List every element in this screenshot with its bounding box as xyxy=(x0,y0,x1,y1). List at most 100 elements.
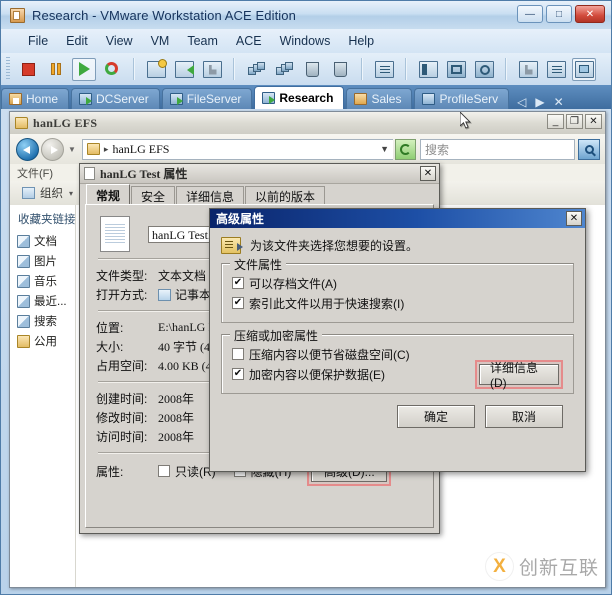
index-checkbox[interactable] xyxy=(232,297,244,309)
sidebar-item-label: 搜索 xyxy=(34,316,57,328)
tab-label: FileServer xyxy=(186,92,242,106)
fullscreen-icon[interactable] xyxy=(444,58,468,81)
menu-windows[interactable]: Windows xyxy=(271,32,340,50)
minimize-button[interactable]: — xyxy=(517,5,543,23)
quick-switch-icon[interactable] xyxy=(472,58,496,81)
tab-general[interactable]: 常规 xyxy=(86,184,131,205)
sidebar-item-documents[interactable]: 文档 xyxy=(10,231,75,251)
compress-checkbox[interactable] xyxy=(232,348,244,360)
explorer-menu-file[interactable]: 文件(F) xyxy=(10,165,60,181)
explorer-minimize-button[interactable]: _ xyxy=(547,114,564,129)
tab-home[interactable]: Home xyxy=(1,88,70,109)
advanced-attributes-dialog: 高级属性 ✕ 为该文件夹选择您想要的设置。 文件属性 可以存档文件(A) 索引此… xyxy=(209,208,586,472)
history-dropdown-icon[interactable]: ▼ xyxy=(68,145,76,154)
menu-team[interactable]: Team xyxy=(178,32,227,50)
pause-icon[interactable] xyxy=(44,58,68,81)
tab-profileserv[interactable]: ProfileServ xyxy=(414,88,510,109)
chevron-down-icon[interactable]: ▾ xyxy=(69,189,73,198)
refresh-icon[interactable] xyxy=(395,138,416,160)
explorer-restore-button[interactable]: ❐ xyxy=(566,114,583,129)
clone-icon[interactable] xyxy=(244,58,268,81)
vmware-workstation-window: Research - VMware Workstation ACE Editio… xyxy=(0,0,612,595)
toolbar-separator-3 xyxy=(361,58,363,80)
revert-snapshot-icon[interactable] xyxy=(172,58,196,81)
address-path-input[interactable]: ▸ hanLG EFS ▼ xyxy=(81,138,393,160)
properties-close-button[interactable]: ✕ xyxy=(420,166,436,181)
pictures-icon xyxy=(17,254,30,268)
play-icon[interactable] xyxy=(72,57,96,81)
show-sidebar-icon[interactable] xyxy=(416,58,440,81)
properties-title-bar: hanLG Test 属性 ✕ xyxy=(80,164,439,184)
sidebar-item-recent[interactable]: 最近... xyxy=(10,291,75,311)
path-separator-icon: ▸ xyxy=(103,143,109,154)
menu-ace[interactable]: ACE xyxy=(227,32,271,50)
tab-previous-versions[interactable]: 以前的版本 xyxy=(245,186,326,205)
back-arrow-icon[interactable] xyxy=(16,137,39,161)
take-snapshot-icon[interactable] xyxy=(144,58,168,81)
advanced-title-bar: 高级属性 ✕ xyxy=(210,209,585,228)
sidebar-item-public[interactable]: 公用 xyxy=(10,331,75,351)
field-label: 文件类型: xyxy=(96,269,148,283)
field-value: 2008年 xyxy=(158,392,195,406)
search-icon[interactable] xyxy=(578,138,600,160)
tab-dcserver[interactable]: DCServer xyxy=(71,88,160,109)
tab-security[interactable]: 安全 xyxy=(131,186,176,205)
advanced-header: 为该文件夹选择您想要的设置。 xyxy=(221,237,574,254)
summary-view-icon[interactable] xyxy=(544,58,568,81)
multiple-vm-icon[interactable] xyxy=(272,58,296,81)
manage-snapshots-icon[interactable] xyxy=(200,58,224,81)
menu-view[interactable]: View xyxy=(97,32,142,50)
stop-icon[interactable] xyxy=(16,58,40,81)
menu-file[interactable]: File xyxy=(19,32,57,50)
field-label: 创建时间: xyxy=(96,392,148,406)
cancel-button[interactable]: 取消 xyxy=(485,405,563,428)
delete-vm-icon[interactable] xyxy=(300,58,324,81)
tab-details[interactable]: 详细信息 xyxy=(176,186,245,205)
tab-research[interactable]: Research xyxy=(254,86,345,109)
tab-sales[interactable]: Sales xyxy=(346,88,413,109)
console-view-icon[interactable] xyxy=(572,57,596,81)
vm-powered-icon xyxy=(169,93,183,105)
ok-button[interactable]: 确定 xyxy=(397,405,475,428)
organize-button[interactable]: 组织 xyxy=(40,185,63,201)
tab-scroll-right-icon[interactable]: ▶ xyxy=(535,95,544,109)
sidebar-item-pictures[interactable]: 图片 xyxy=(10,251,75,271)
notepad-icon xyxy=(158,289,171,301)
vm-suspended-icon xyxy=(354,93,368,105)
menu-vm[interactable]: VM xyxy=(142,32,179,50)
archive-checkbox[interactable] xyxy=(232,277,244,289)
advanced-title-text: 高级属性 xyxy=(216,212,265,226)
encrypt-checkbox[interactable] xyxy=(232,368,244,380)
tab-close-icon[interactable]: ✕ xyxy=(554,95,564,109)
vm-powered-icon xyxy=(79,93,93,105)
path-text: hanLG EFS xyxy=(112,141,170,156)
menu-help[interactable]: Help xyxy=(339,32,383,50)
vmware-menu-bar: File Edit View VM Team ACE Windows Help xyxy=(1,29,611,54)
path-dropdown-icon[interactable]: ▼ xyxy=(380,144,389,154)
toolbar-gripper[interactable] xyxy=(6,57,10,81)
tab-scroll-left-icon[interactable]: ◁ xyxy=(517,95,526,109)
search-placeholder: 搜索 xyxy=(425,142,450,157)
trash-icon[interactable] xyxy=(328,58,352,81)
sidebar-item-search[interactable]: 搜索 xyxy=(10,311,75,331)
settings-wrench-icon[interactable] xyxy=(516,58,540,81)
explorer-close-button[interactable]: ✕ xyxy=(585,114,602,129)
search-folder-icon xyxy=(17,314,30,328)
recent-icon xyxy=(17,294,30,308)
tab-fileserver[interactable]: FileServer xyxy=(161,88,253,109)
toolbar-separator-5 xyxy=(505,58,507,80)
reset-icon[interactable] xyxy=(100,58,124,81)
advanced-close-button[interactable]: ✕ xyxy=(566,211,582,226)
explorer-address-bar: ▼ ▸ hanLG EFS ▼ 搜索 xyxy=(10,134,605,165)
readonly-checkbox[interactable] xyxy=(158,465,170,477)
summary-icon[interactable] xyxy=(372,58,396,81)
toolbar-separator-4 xyxy=(405,58,407,80)
sidebar-item-music[interactable]: 音乐 xyxy=(10,271,75,291)
maximize-button[interactable]: □ xyxy=(546,5,572,23)
tab-label: Sales xyxy=(371,92,402,106)
search-input[interactable]: 搜索 xyxy=(420,138,575,160)
details-button[interactable]: 详细信息(D) xyxy=(479,361,559,390)
forward-arrow-icon[interactable] xyxy=(41,137,64,161)
menu-edit[interactable]: Edit xyxy=(57,32,97,50)
close-button[interactable]: ✕ xyxy=(575,5,605,23)
